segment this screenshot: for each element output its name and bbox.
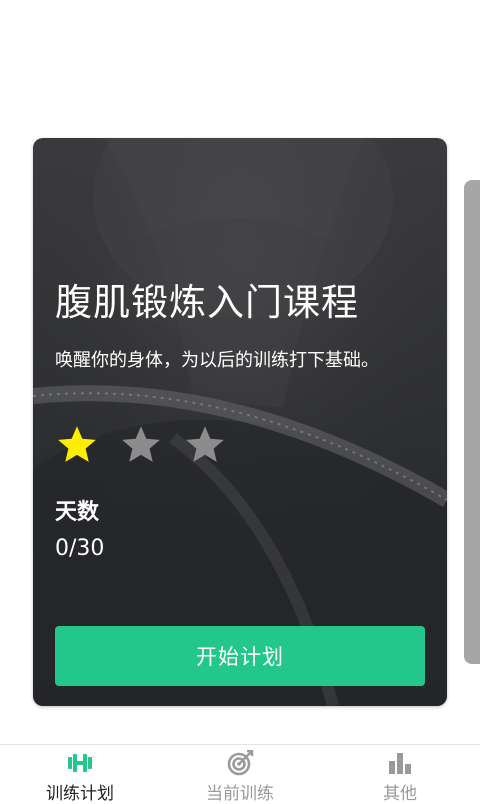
target-icon	[226, 750, 254, 776]
days-label: 天数	[55, 500, 100, 525]
start-plan-button[interactable]: 开始计划	[55, 626, 425, 686]
star-icon	[119, 423, 163, 467]
course-title: 腹肌锻炼入门课程	[55, 281, 359, 324]
difficulty-rating	[55, 423, 247, 467]
bar-chart-icon	[386, 750, 414, 776]
next-course-card-peek[interactable]	[464, 180, 480, 664]
course-subtitle: 唤醒你的身体，为以后的训练打下基础。	[55, 350, 379, 371]
course-card[interactable]: 腹肌锻炼入门课程 唤醒你的身体，为以后的训练打下基础。 天数 0/30 开始计划	[33, 138, 447, 706]
dumbbell-icon	[66, 750, 94, 776]
tab-label: 训练计划	[46, 784, 114, 804]
tab-label: 其他	[383, 784, 417, 804]
bottom-tab-bar: 训练计划 当前训练 其他	[0, 744, 480, 804]
tab-other[interactable]: 其他	[320, 745, 480, 804]
tab-current-training[interactable]: 当前训练	[160, 745, 320, 804]
tab-training-plan[interactable]: 训练计划	[0, 745, 160, 804]
days-progress: 0/30	[55, 536, 105, 561]
star-icon	[55, 423, 99, 467]
star-icon	[183, 423, 227, 467]
tab-label: 当前训练	[206, 784, 274, 804]
abs-background-photo	[33, 138, 447, 706]
